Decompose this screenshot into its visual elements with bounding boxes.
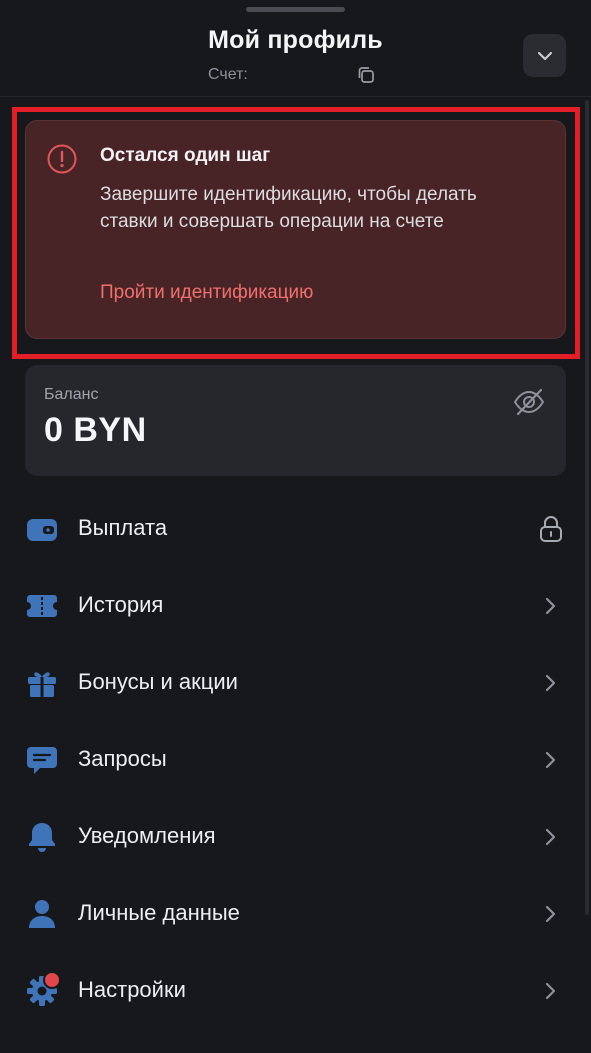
settings-notification-dot	[43, 971, 61, 989]
gift-icon	[28, 672, 56, 697]
collapse-button[interactable]	[523, 34, 566, 77]
menu-item-personal-data[interactable]: Личные данные	[0, 876, 591, 953]
account-label: Счет:	[208, 66, 248, 83]
header-divider	[0, 96, 591, 97]
balance-value: 0 BYN	[44, 411, 147, 449]
account-row: Счет:	[208, 64, 248, 86]
bell-icon	[29, 823, 55, 852]
profile-sheet: Мой профиль Счет: Остался один шаг Завер…	[0, 0, 591, 1053]
menu-label: Запросы	[78, 746, 167, 771]
menu-label: Настройки	[78, 977, 186, 1002]
wallet-icon	[27, 519, 57, 541]
balance-label: Баланс	[44, 386, 99, 403]
alert-highlight-frame	[12, 107, 580, 359]
chat-icon	[27, 747, 57, 774]
menu-label: Бонусы и акции	[78, 669, 238, 694]
chevron-right-icon	[545, 828, 556, 846]
scrollbar[interactable]	[585, 100, 589, 915]
copy-icon[interactable]	[356, 65, 376, 85]
menu-item-payout[interactable]: Выплата	[0, 491, 591, 568]
menu-label: Уведомления	[78, 823, 216, 848]
user-icon	[29, 900, 55, 928]
menu-label: Личные данные	[78, 900, 240, 925]
chevron-down-icon	[537, 51, 552, 60]
chevron-right-icon	[545, 905, 556, 923]
menu-label: История	[78, 592, 164, 617]
menu-item-history[interactable]: История	[0, 568, 591, 645]
chevron-right-icon	[545, 982, 556, 1000]
chevron-right-icon	[545, 751, 556, 769]
chevron-right-icon	[545, 674, 556, 692]
drag-handle[interactable]	[246, 7, 345, 12]
menu-label: Выплата	[78, 515, 168, 540]
ticket-icon	[27, 595, 57, 617]
lock-icon	[540, 516, 562, 542]
menu-item-requests[interactable]: Запросы	[0, 722, 591, 799]
menu-item-settings[interactable]: Настройки	[0, 953, 591, 1030]
eye-off-icon[interactable]	[512, 386, 546, 418]
menu-item-notifications[interactable]: Уведомления	[0, 799, 591, 876]
page-title: Мой профиль	[208, 26, 383, 54]
chevron-right-icon	[545, 597, 556, 615]
menu-item-bonuses[interactable]: Бонусы и акции	[0, 645, 591, 722]
